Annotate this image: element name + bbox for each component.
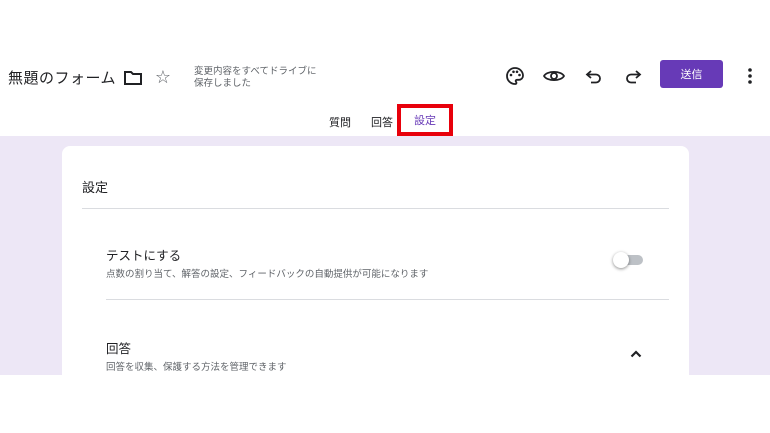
star-icon[interactable]: ☆ xyxy=(152,67,174,89)
folder-icon[interactable] xyxy=(122,67,144,89)
form-title[interactable]: 無題のフォーム xyxy=(8,67,116,88)
save-status-line-2: 保存しました xyxy=(194,78,252,89)
chevron-up-icon[interactable] xyxy=(627,345,645,363)
palette-icon[interactable] xyxy=(503,64,527,88)
eye-icon[interactable] xyxy=(542,64,566,88)
settings-title: 設定 xyxy=(82,181,109,196)
save-status: 変更内容をすべてドライブに 保存しました xyxy=(194,66,344,90)
content-area: 設定 テストにする 点数の割り当て、解答の設定、フィードバックの自動提供が可能に… xyxy=(0,136,770,375)
tab-bar: 質問 回答 設定 xyxy=(0,104,770,136)
tab-responses[interactable]: 回答 xyxy=(364,108,400,136)
divider xyxy=(82,208,669,209)
redo-icon[interactable] xyxy=(621,64,645,88)
responses-setting-description: 回答を収集、保護する方法を管理できます xyxy=(106,362,287,373)
settings-card: 設定 テストにする 点数の割り当て、解答の設定、フィードバックの自動提供が可能に… xyxy=(62,146,689,375)
tab-settings[interactable]: 設定 xyxy=(397,104,453,136)
responses-setting-title: 回答 xyxy=(106,341,132,356)
forms-editor-page: 無題のフォーム ☆ 変更内容をすべてドライブに 保存しました 送信 質問 回答 … xyxy=(0,0,770,433)
save-status-line-1: 変更内容をすべてドライブに xyxy=(194,66,317,77)
divider xyxy=(106,299,669,300)
quiz-toggle[interactable] xyxy=(613,252,645,268)
more-vert-icon[interactable] xyxy=(740,64,760,88)
send-button[interactable]: 送信 xyxy=(660,60,723,88)
tab-questions[interactable]: 質問 xyxy=(322,108,358,136)
undo-icon[interactable] xyxy=(582,64,606,88)
quiz-setting-title: テストにする xyxy=(106,248,182,263)
toggle-knob xyxy=(613,252,629,268)
quiz-setting-description: 点数の割り当て、解答の設定、フィードバックの自動提供が可能になります xyxy=(106,269,429,280)
